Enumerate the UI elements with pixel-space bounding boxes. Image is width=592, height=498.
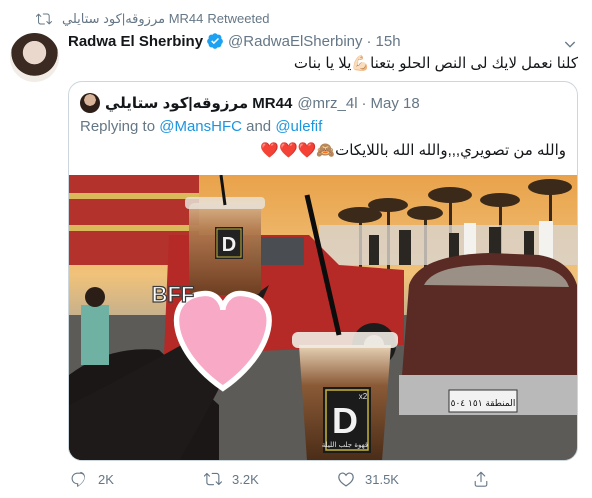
cup-caption: قهوة جلب الليلة <box>322 441 368 449</box>
retweeter-name[interactable]: مرزوقه|كود ستايلي MR44 <box>62 11 203 27</box>
mention-manshfc[interactable]: @MansHFC <box>159 118 242 135</box>
retweet-count: 3.2K <box>232 471 259 487</box>
quoted-tweet-header: مرزوقه|كود ستايلي MR44 @mrz_4l · May 18 <box>80 93 420 113</box>
verified-badge-icon <box>207 33 223 49</box>
retweeted-label: Retweeted <box>207 11 270 26</box>
reply-count: 2K <box>98 471 114 487</box>
header-separator: · <box>366 32 372 50</box>
retweet-icon <box>204 472 222 486</box>
cup-logo-superscript: x2 <box>359 392 368 401</box>
mention-ulefif[interactable]: @ulefif <box>275 118 322 135</box>
reply-button[interactable]: 2K <box>70 470 114 488</box>
author-handle[interactable]: @RadwaElSherbiny <box>228 33 362 50</box>
share-button[interactable] <box>472 470 500 488</box>
tweet-text: كلنا نعمل لايك لى النص الحلو بتعنا💪🏻يلا … <box>293 55 578 72</box>
quoted-separator: · <box>361 94 367 112</box>
quoted-date: May 18 <box>370 94 420 112</box>
cup-logo-small: D <box>222 234 236 256</box>
replying-to: Replying to @MansHFC and @ulefif <box>80 118 322 135</box>
tweet-timestamp[interactable]: 15h <box>376 33 401 50</box>
quoted-photo[interactable]: المنطقة ١٥١ ٥٠٤ D D x2 قهوة جلب الليلة B… <box>69 175 577 461</box>
replying-and: and <box>241 118 276 135</box>
cup-logo-large: D <box>332 400 358 441</box>
reply-icon <box>71 471 85 487</box>
retweet-button[interactable]: 3.2K <box>204 470 259 488</box>
license-plate: المنطقة ١٥١ ٥٠٤ <box>451 399 516 409</box>
like-button[interactable]: 31.5K <box>337 470 399 488</box>
retweet-context: مرزوقه|كود ستايلي MR44 Retweeted <box>36 10 270 28</box>
quoted-author-avatar <box>80 93 100 113</box>
quoted-author-name: مرزوقه|كود ستايلي MR44 <box>105 95 293 112</box>
quoted-tweet-text: والله من تصويري,,,والله الله باللايكات🙈❤… <box>260 142 566 159</box>
like-count: 31.5K <box>365 471 399 487</box>
author-name[interactable]: Radwa El Sherbiny <box>68 33 203 50</box>
author-avatar[interactable] <box>10 33 59 82</box>
share-icon <box>474 471 488 487</box>
replying-prefix: Replying to <box>80 118 160 135</box>
bff-sticker-text: BFF <box>152 282 195 307</box>
quoted-tweet[interactable]: مرزوقه|كود ستايلي MR44 @mrz_4l · May 18 … <box>68 81 578 461</box>
chevron-down-icon[interactable] <box>562 36 578 52</box>
retweet-icon <box>36 13 52 25</box>
tweet-header: Radwa El Sherbiny @RadwaElSherbiny · 15h <box>68 32 401 50</box>
heart-icon <box>338 472 354 487</box>
quoted-author-handle: @mrz_4l <box>297 94 358 112</box>
tweet-actions: 2K 3.2K 31.5K <box>68 470 578 490</box>
